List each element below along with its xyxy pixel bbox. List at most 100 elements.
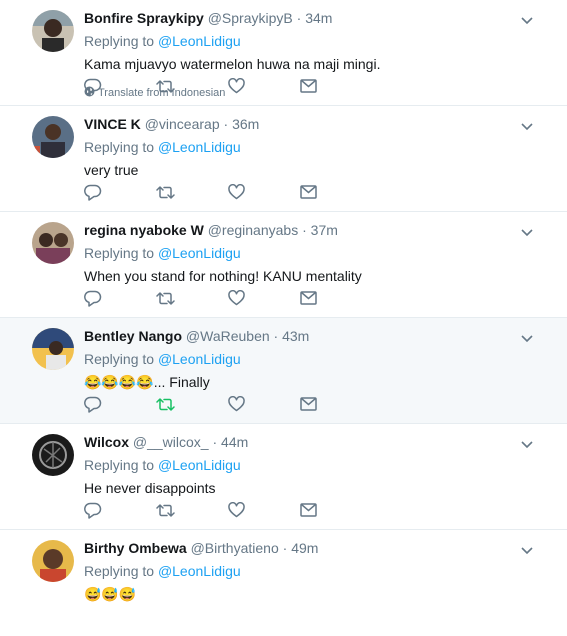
chevron-down-icon[interactable] — [521, 542, 533, 560]
avatar[interactable] — [32, 10, 74, 52]
tweet-actions — [84, 77, 372, 95]
replying-to: Replying to @LeonLidigu — [84, 138, 527, 156]
timestamp[interactable]: 36m — [232, 116, 259, 132]
like-button[interactable] — [228, 289, 300, 307]
separator-dot: · — [273, 328, 279, 344]
replying-prefix: Replying to — [84, 245, 155, 261]
reply-button[interactable] — [84, 289, 156, 307]
dm-button[interactable] — [300, 77, 372, 95]
retweet-icon — [156, 503, 175, 518]
retweet-icon — [156, 79, 175, 94]
tweet[interactable]: Wilcox @__wilcox_ · 44m Replying to @Leo… — [0, 424, 567, 530]
retweet-icon — [156, 291, 175, 306]
like-button[interactable] — [228, 395, 300, 413]
avatar[interactable] — [32, 328, 74, 370]
retweet-button[interactable] — [156, 395, 228, 413]
like-button[interactable] — [228, 77, 300, 95]
tweet-actions — [84, 395, 372, 413]
user-handle[interactable]: @__wilcox_ — [133, 434, 209, 450]
separator-dot: · — [302, 222, 307, 238]
tweet[interactable]: Birthy Ombewa @Birthyatieno · 49m Replyi… — [0, 530, 567, 636]
retweet-icon — [156, 185, 175, 200]
user-handle[interactable]: @Birthyatieno — [191, 540, 279, 556]
chevron-down-icon[interactable] — [521, 436, 533, 454]
like-icon — [228, 290, 245, 306]
mention-link[interactable]: @LeonLidigu — [158, 245, 241, 261]
tweet-text: When you stand for nothing! KANU mentali… — [84, 268, 362, 284]
tweet[interactable]: regina nyaboke W @reginanyabs · 37m Repl… — [0, 212, 567, 318]
dm-button[interactable] — [300, 183, 372, 201]
replying-prefix: Replying to — [84, 563, 155, 579]
user-handle[interactable]: @WaReuben — [186, 328, 270, 344]
chevron-down-icon[interactable] — [521, 118, 533, 136]
user-name[interactable]: regina nyaboke W — [84, 222, 204, 238]
replying-to: Replying to @LeonLidigu — [84, 350, 527, 368]
reply-button[interactable] — [84, 183, 156, 201]
user-name[interactable]: Wilcox — [84, 434, 129, 450]
user-handle[interactable]: @reginanyabs — [208, 222, 299, 238]
mention-link[interactable]: @LeonLidigu — [158, 457, 241, 473]
mention-link[interactable]: @LeonLidigu — [158, 139, 241, 155]
separator-dot: · — [282, 540, 288, 556]
mention-link[interactable]: @LeonLidigu — [158, 33, 241, 49]
reply-button[interactable] — [84, 501, 156, 519]
dm-icon — [300, 291, 317, 305]
chevron-down-icon[interactable] — [521, 12, 533, 30]
dm-icon — [300, 185, 317, 199]
user-name[interactable]: Birthy Ombewa — [84, 540, 187, 556]
user-name[interactable]: Bonfire Spraykipy — [84, 10, 204, 26]
dm-button[interactable] — [300, 395, 372, 413]
replying-prefix: Replying to — [84, 457, 155, 473]
replying-prefix: Replying to — [84, 139, 155, 155]
chevron-down-icon[interactable] — [521, 330, 533, 348]
dm-button[interactable] — [300, 289, 372, 307]
replying-to: Replying to @LeonLidigu — [84, 244, 527, 262]
retweet-icon — [156, 397, 175, 412]
tweet[interactable]: VINCE K @vincearap · 36m Replying to @Le… — [0, 106, 567, 212]
reply-button[interactable] — [84, 395, 156, 413]
like-icon — [228, 502, 245, 518]
like-icon — [228, 78, 245, 94]
retweet-button[interactable] — [156, 77, 228, 95]
avatar[interactable] — [32, 222, 74, 264]
reply-icon — [84, 78, 102, 95]
user-handle[interactable]: @SpraykipyB — [208, 10, 293, 26]
dm-icon — [300, 79, 317, 93]
mention-link[interactable]: @LeonLidigu — [158, 351, 241, 367]
user-name[interactable]: VINCE K — [84, 116, 141, 132]
like-button[interactable] — [228, 501, 300, 519]
tweet-actions — [84, 183, 372, 201]
timestamp[interactable]: 34m — [305, 10, 332, 26]
retweet-button[interactable] — [156, 501, 228, 519]
tweet-text: 😂😂😂😂... Finally — [84, 374, 210, 390]
dm-icon — [300, 397, 317, 411]
like-icon — [228, 184, 245, 200]
timestamp[interactable]: 43m — [282, 328, 309, 344]
mention-link[interactable]: @LeonLidigu — [158, 563, 241, 579]
dm-button[interactable] — [300, 501, 372, 519]
like-icon — [228, 396, 245, 412]
user-handle[interactable]: @vincearap — [145, 116, 220, 132]
separator-dot: · — [223, 116, 229, 132]
reply-button[interactable] — [84, 77, 156, 95]
tweet-actions — [84, 289, 372, 307]
user-name[interactable]: Bentley Nango — [84, 328, 182, 344]
avatar[interactable] — [32, 116, 74, 158]
separator-dot: · — [296, 10, 302, 26]
tweet[interactable]: Bonfire Spraykipy @SpraykipyB · 34m Repl… — [0, 0, 567, 106]
retweet-button[interactable] — [156, 183, 228, 201]
like-button[interactable] — [228, 183, 300, 201]
timestamp[interactable]: 37m — [311, 222, 338, 238]
replying-prefix: Replying to — [84, 33, 155, 49]
avatar[interactable] — [32, 434, 74, 476]
separator-dot: · — [212, 434, 218, 450]
timestamp[interactable]: 44m — [221, 434, 248, 450]
chevron-down-icon[interactable] — [521, 224, 533, 242]
retweet-button[interactable] — [156, 289, 228, 307]
reply-icon — [84, 290, 102, 307]
avatar[interactable] — [32, 540, 74, 582]
timestamp[interactable]: 49m — [291, 540, 318, 556]
tweet-actions — [84, 501, 372, 519]
tweet[interactable]: Bentley Nango @WaReuben · 43m Replying t… — [0, 318, 567, 424]
reply-icon — [84, 502, 102, 519]
